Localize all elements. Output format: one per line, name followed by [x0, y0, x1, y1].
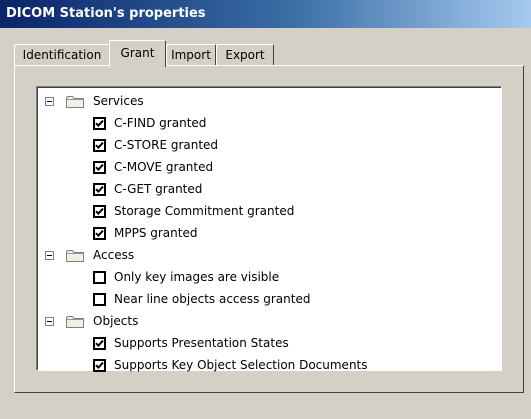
tree-group-objects[interactable]: Objects — [45, 311, 138, 331]
tree-group-services[interactable]: Services — [45, 91, 144, 111]
tree-item[interactable]: Only key images are visible — [93, 267, 279, 287]
tree-group-access[interactable]: Access — [45, 245, 134, 265]
tree-item[interactable]: Supports Key Object Selection Documents — [93, 355, 368, 375]
tree-content: Services C-FIND granted C-STORE granted C-M… — [37, 87, 501, 372]
folder-icon — [66, 315, 84, 328]
grant-panel: Services C-FIND granted C-STORE granted C-M… — [14, 65, 524, 393]
checkbox-checked[interactable] — [93, 182, 106, 196]
grant-tree[interactable]: Services C-FIND granted C-STORE granted C-M… — [36, 86, 502, 372]
tree-item[interactable]: C-FIND granted — [93, 113, 206, 133]
checkbox-checked[interactable] — [93, 226, 106, 240]
tab-grant[interactable]: Grant — [109, 40, 166, 67]
tree-item-label: C-MOVE granted — [114, 160, 214, 174]
tree-item-label: C-FIND granted — [114, 116, 207, 130]
collapse-icon[interactable] — [45, 96, 54, 106]
checkbox-checked[interactable] — [93, 204, 106, 218]
tree-item-label: C-STORE granted — [114, 138, 219, 152]
tree-item-label: Storage Commitment granted — [114, 204, 295, 218]
checkbox-checked[interactable] — [93, 336, 106, 350]
properties-dialog: DICOM Station's properties Identificatio… — [0, 0, 531, 419]
tree-item[interactable]: C-GET granted — [93, 179, 202, 199]
tree-item[interactable]: Storage Commitment granted — [93, 201, 294, 221]
tree-item-label: Supports Key Object Selection Documents — [114, 358, 368, 372]
tree-item[interactable]: MPPS granted — [93, 223, 197, 243]
checkbox-unchecked[interactable] — [93, 292, 106, 306]
checkbox-checked[interactable] — [93, 116, 106, 130]
tree-item-label: C-GET granted — [114, 182, 203, 196]
tree-item-label: Supports Presentation States — [114, 336, 289, 350]
collapse-icon[interactable] — [45, 316, 54, 326]
tree-item-label: Only key images are visible — [114, 270, 280, 284]
tree-item-label: MPPS granted — [114, 226, 198, 240]
folder-icon — [66, 249, 84, 262]
checkbox-unchecked[interactable] — [93, 270, 106, 284]
window-title: DICOM Station's properties — [0, 0, 531, 28]
checkbox-checked[interactable] — [93, 160, 106, 174]
tree-item[interactable]: C-STORE granted — [93, 135, 218, 155]
tree-group-label: Objects — [93, 314, 139, 328]
tree-item[interactable]: Near line objects access granted — [93, 289, 310, 309]
tree-item[interactable]: Supports Presentation States — [93, 333, 289, 353]
tree-item-label: Near line objects access granted — [114, 292, 311, 306]
tab-export[interactable]: Export — [216, 44, 274, 65]
tab-import[interactable]: Import — [166, 44, 216, 65]
tab-identification[interactable]: Identification — [14, 44, 110, 65]
folder-icon — [66, 95, 84, 108]
tree-item[interactable]: C-MOVE granted — [93, 157, 213, 177]
tree-group-label: Services — [93, 94, 144, 108]
checkbox-checked[interactable] — [93, 138, 106, 152]
tree-group-label: Access — [93, 248, 135, 262]
checkbox-checked[interactable] — [93, 358, 106, 372]
collapse-icon[interactable] — [45, 250, 54, 260]
